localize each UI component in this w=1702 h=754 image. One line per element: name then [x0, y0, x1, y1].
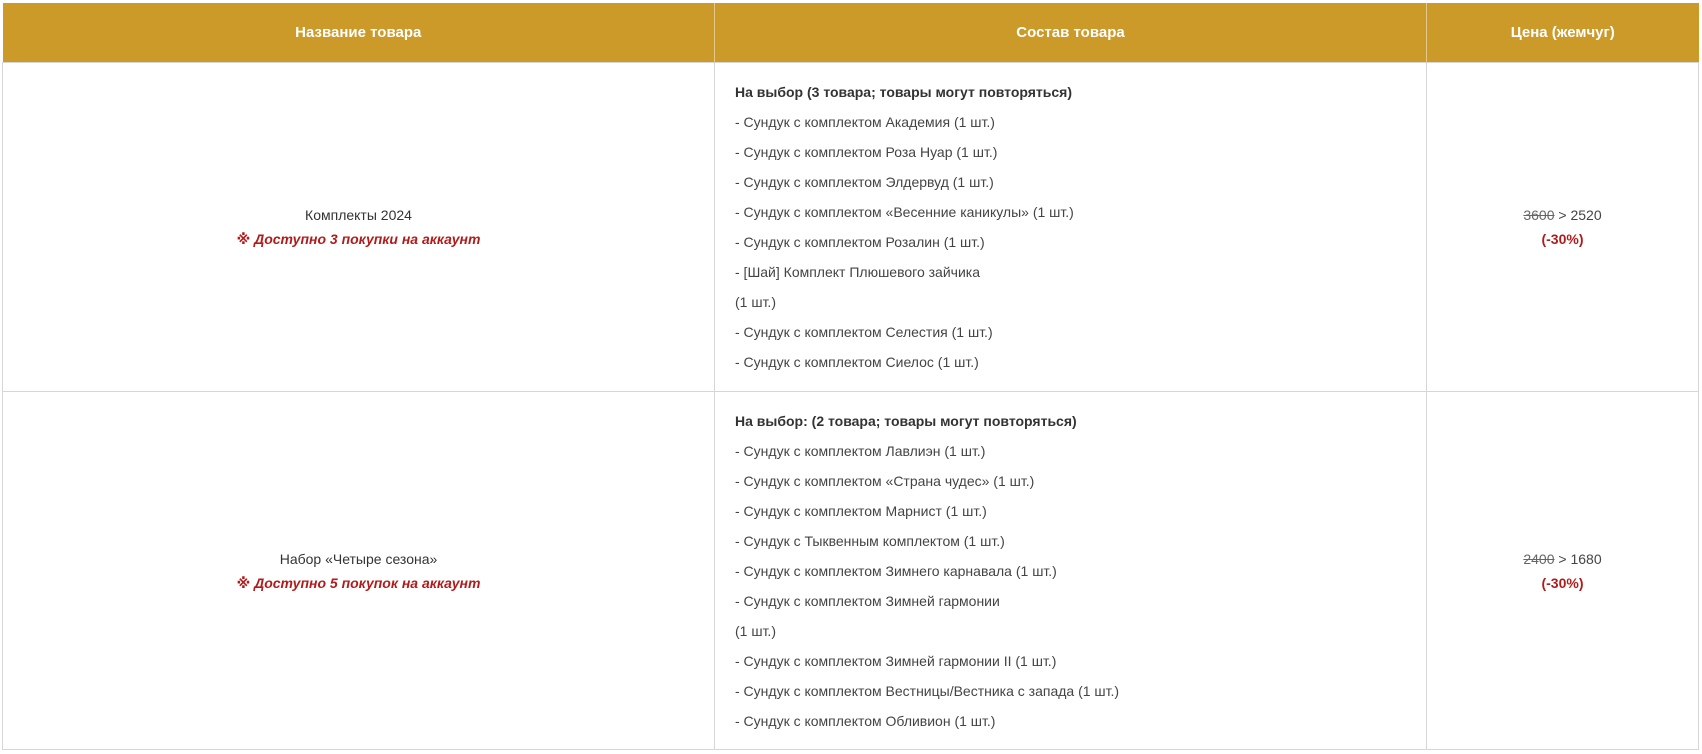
price-separator: >	[1554, 550, 1571, 567]
list-item: - Сундук с комплектом Розалин (1 шт.)	[735, 234, 985, 250]
product-table: Название товара Состав товара Цена (жемч…	[2, 3, 1699, 750]
price-cell: 3600 > 2520 (-30%)	[1426, 62, 1699, 392]
price-cell: 2400 > 1680 (-30%)	[1426, 391, 1699, 750]
discount-badge: (-30%)	[1541, 574, 1584, 591]
old-price: 3600	[1523, 207, 1555, 223]
header-contents: Состав товара	[714, 3, 1427, 63]
product-contents-cell: На выбор: (2 товара; товары могут повтор…	[714, 391, 1427, 750]
contents-title: На выбор: (2 товара; товары могут повтор…	[735, 412, 1077, 429]
contents-list: - Сундук с комплектом Академия (1 шт.) -…	[735, 107, 1426, 377]
header-name: Название товара	[2, 3, 715, 63]
price-line: 3600 > 2520	[1427, 203, 1698, 227]
list-item: - Сундук с комплектом Зимней гармонии	[735, 592, 1000, 609]
list-item: (1 шт.)	[735, 294, 776, 310]
list-item: - Сундук с комплектом Зимнего карнавала …	[735, 562, 1057, 579]
new-price: 1680	[1570, 550, 1602, 567]
purchase-limit: ※ Доступно 5 покупок на аккаунт	[236, 574, 481, 591]
list-item: - [Шай] Комплект Плюшевого зайчика	[735, 264, 980, 280]
table-row: Набор «Четыре сезона» ※ Доступно 5 покуп…	[2, 391, 1699, 750]
list-item: - Сундук с комплектом «Страна чудес» (1 …	[735, 472, 1035, 489]
list-item: - Сундук с Тыквенным комплектом (1 шт.)	[735, 532, 1005, 549]
list-item: - Сундук с комплектом Сиелос (1 шт.)	[735, 354, 979, 370]
table-row: Комплекты 2024 ※ Доступно 3 покупки на а…	[2, 62, 1699, 392]
list-item: - Сундук с комплектом Марнист (1 шт.)	[735, 502, 987, 519]
new-price: 2520	[1570, 207, 1602, 223]
list-item: - Сундук с комплектом Вестницы/Вестника …	[735, 682, 1120, 699]
list-item: - Сундук с комплектом Зимней гармонии II…	[735, 652, 1057, 669]
list-item: (1 шт.)	[735, 622, 776, 639]
product-contents-cell: На выбор (3 товара; товары могут повторя…	[714, 62, 1427, 392]
header-price: Цена (жемчуг)	[1426, 3, 1699, 63]
old-price: 2400	[1523, 550, 1555, 567]
list-item: - Сундук с комплектом Лавлиэн (1 шт.)	[735, 442, 986, 459]
list-item: - Сундук с комплектом Роза Нуар (1 шт.)	[735, 144, 998, 160]
contents-list: - Сундук с комплектом Лавлиэн (1 шт.) - …	[735, 436, 1426, 736]
purchase-limit: ※ Доступно 3 покупки на аккаунт	[236, 231, 481, 247]
contents-title: На выбор (3 товара; товары могут повторя…	[735, 84, 1073, 100]
list-item: - Сундук с комплектом Селестия (1 шт.)	[735, 324, 993, 340]
list-item: - Сундук с комплектом Элдервуд (1 шт.)	[735, 174, 994, 190]
product-name-cell: Комплекты 2024 ※ Доступно 3 покупки на а…	[2, 62, 715, 392]
price-line: 2400 > 1680	[1427, 547, 1698, 571]
product-name: Комплекты 2024	[305, 207, 412, 223]
list-item: - Сундук с комплектом «Весенние каникулы…	[735, 204, 1074, 220]
discount-badge: (-30%)	[1541, 231, 1584, 247]
list-item: - Сундук с комплектом Академия (1 шт.)	[735, 114, 995, 130]
header-row: Название товара Состав товара Цена (жемч…	[2, 3, 1699, 63]
product-name-cell: Набор «Четыре сезона» ※ Доступно 5 покуп…	[2, 391, 715, 750]
product-name: Набор «Четыре сезона»	[279, 550, 438, 567]
price-separator: >	[1554, 207, 1571, 223]
list-item: - Сундук с комплектом Обливион (1 шт.)	[735, 712, 996, 729]
